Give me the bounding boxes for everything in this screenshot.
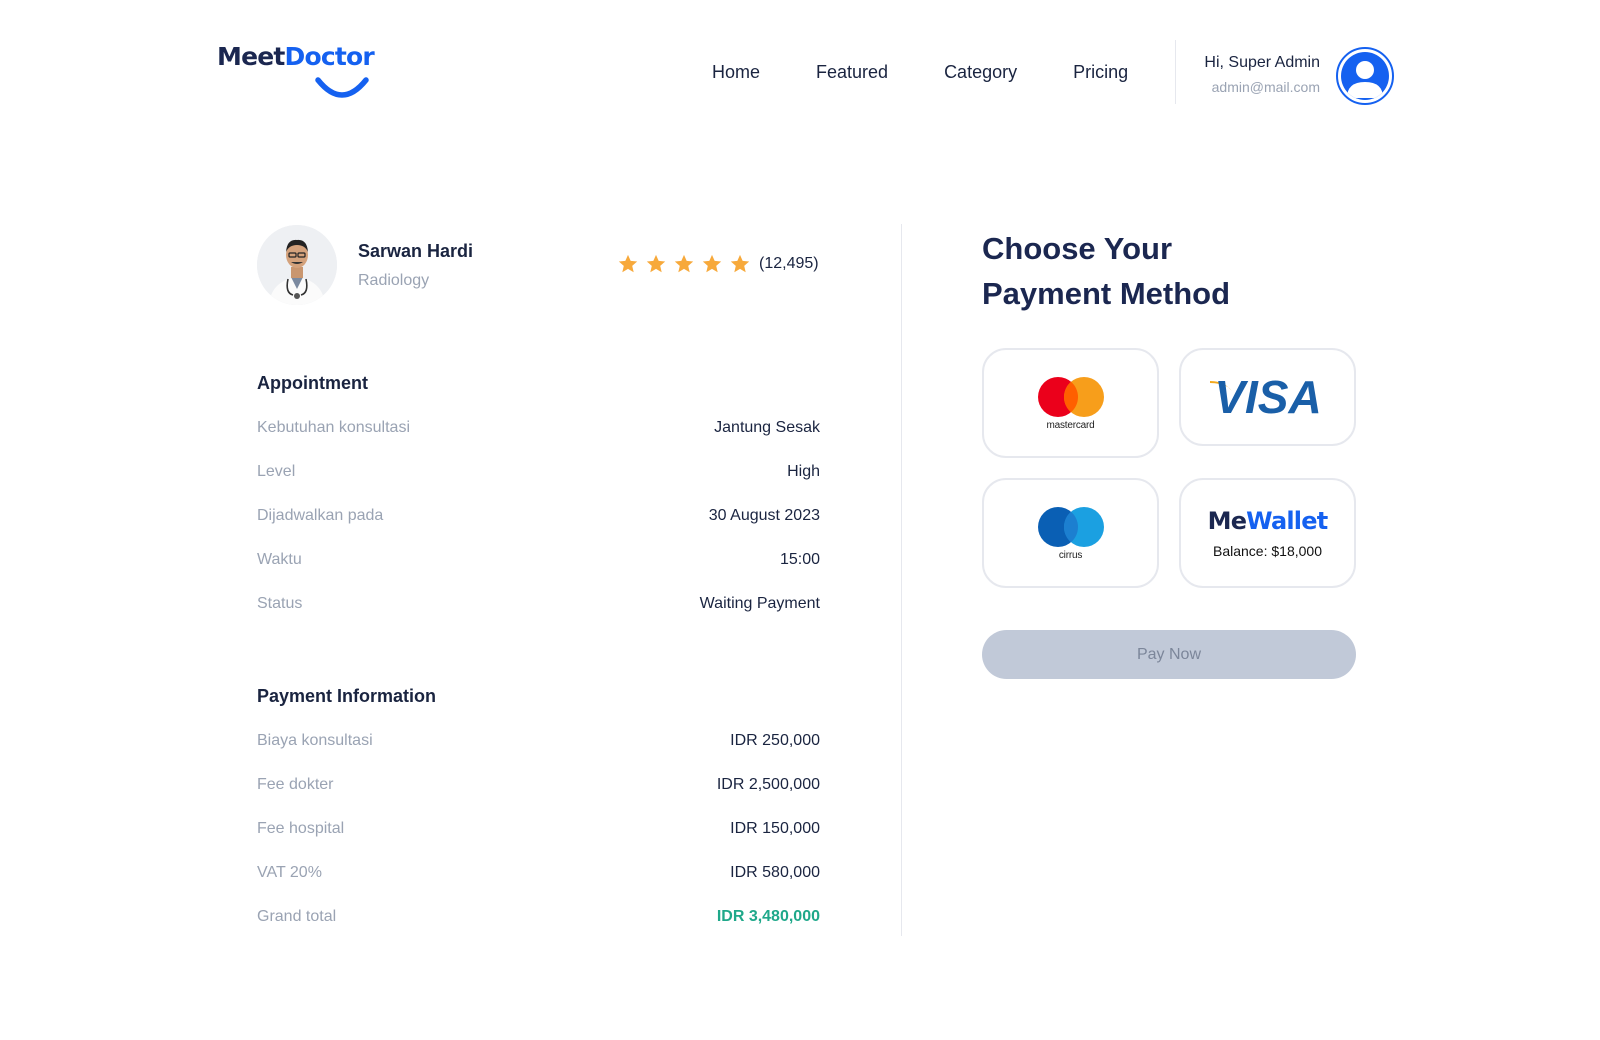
row-label: Biaya konsultasi — [257, 732, 373, 749]
main-nav: Home Featured Category Pricing — [712, 62, 1128, 83]
star-icon — [702, 254, 722, 273]
row-label: Grand total — [257, 908, 337, 925]
payment-option-mastercard[interactable]: mastercard — [982, 348, 1159, 458]
star-icon — [730, 254, 750, 273]
payment-info-title: Payment Information — [257, 686, 437, 706]
user-greeting: Hi, Super Admin — [1204, 54, 1320, 71]
row-value: IDR 580,000 — [730, 864, 820, 881]
pay-now-button[interactable]: Pay Now — [982, 630, 1356, 679]
visa-label: VISA — [1214, 375, 1321, 419]
row-value: 30 August 2023 — [708, 507, 820, 524]
row-value: 15:00 — [779, 551, 820, 568]
appointment-title: Appointment — [257, 373, 368, 393]
brand-logo[interactable]: MeetDoctor — [217, 42, 392, 102]
nav-featured[interactable]: Featured — [816, 62, 888, 83]
star-icon — [618, 254, 638, 273]
mastercard-label: mastercard — [1046, 419, 1095, 431]
row-label: Waktu — [257, 551, 302, 568]
review-count: (12,495) — [759, 255, 819, 272]
grand-total-value: IDR 3,480,000 — [716, 908, 820, 925]
grand-total-row: Grand total IDR 3,480,000 — [257, 908, 820, 926]
nav-pricing[interactable]: Pricing — [1073, 62, 1128, 83]
star-icon — [674, 254, 694, 273]
payment-row: VAT 20% IDR 580,000 — [257, 864, 820, 882]
row-value: IDR 2,500,000 — [716, 776, 820, 793]
payment-option-cirrus[interactable]: cirrus — [982, 478, 1159, 588]
payment-row: Fee dokter IDR 2,500,000 — [257, 776, 820, 794]
wallet-me: Me — [1207, 507, 1247, 535]
user-icon — [1341, 52, 1389, 100]
column-divider — [901, 224, 902, 936]
row-label: Fee hospital — [257, 820, 345, 837]
logo-doctor: Doctor — [284, 42, 375, 71]
row-label: Fee dokter — [257, 776, 334, 793]
payment-method-title: Choose Your Payment Method — [982, 226, 1302, 316]
doctor-photo — [257, 225, 337, 305]
appointment-row: Kebutuhan konsultasi Jantung Sesak — [257, 419, 820, 437]
appointment-row: Dijadwalkan pada 30 August 2023 — [257, 507, 820, 525]
row-value: High — [787, 463, 820, 480]
row-label: VAT 20% — [257, 864, 322, 881]
mastercard-icon — [1037, 376, 1104, 417]
nav-home[interactable]: Home — [712, 62, 760, 83]
doctor-rating: (12,495) — [617, 253, 819, 275]
cirrus-label: cirrus — [1058, 549, 1083, 561]
wallet-balance: Balance: $18,000 — [1213, 543, 1322, 559]
payment-method-title-line1: Choose Your — [982, 231, 1173, 266]
appointment-row: Level High — [257, 463, 820, 481]
row-label: Dijadwalkan pada — [257, 507, 384, 524]
user-email: admin@mail.com — [1211, 79, 1320, 95]
star-icon — [646, 254, 666, 273]
smile-icon — [315, 77, 369, 98]
row-label: Status — [257, 595, 303, 612]
avatar[interactable] — [1336, 47, 1394, 105]
appointment-row: Waktu 15:00 — [257, 551, 820, 569]
row-value: IDR 150,000 — [730, 820, 820, 837]
mewallet-logo: MeWallet — [1207, 507, 1329, 535]
payment-row: Biaya konsultasi IDR 250,000 — [257, 732, 820, 750]
row-label: Kebutuhan konsultasi — [257, 419, 410, 436]
appointment-row: Status Waiting Payment — [257, 595, 820, 613]
header-divider — [1175, 40, 1176, 104]
doctor-name: Sarwan Hardi — [358, 241, 474, 261]
nav-category[interactable]: Category — [944, 62, 1017, 83]
user-info: Hi, Super Admin admin@mail.com — [1204, 54, 1320, 95]
row-value: Waiting Payment — [699, 595, 820, 612]
row-value: IDR 250,000 — [730, 732, 820, 749]
logo-meet: Meet — [217, 42, 285, 71]
payment-option-visa[interactable]: VISA — [1179, 348, 1356, 446]
row-label: Level — [257, 463, 296, 480]
payment-row: Fee hospital IDR 150,000 — [257, 820, 820, 838]
payment-method-title-line2: Payment Method — [982, 276, 1231, 311]
doctor-specialty: Radiology — [358, 272, 430, 289]
row-value: Jantung Sesak — [714, 419, 820, 436]
visa-icon: VISA — [1209, 375, 1321, 419]
wallet-wallet: Wallet — [1246, 507, 1328, 535]
cirrus-icon — [1037, 506, 1104, 547]
payment-option-mewallet[interactable]: MeWallet Balance: $18,000 — [1179, 478, 1356, 588]
logo-text: MeetDoctor — [217, 42, 392, 71]
